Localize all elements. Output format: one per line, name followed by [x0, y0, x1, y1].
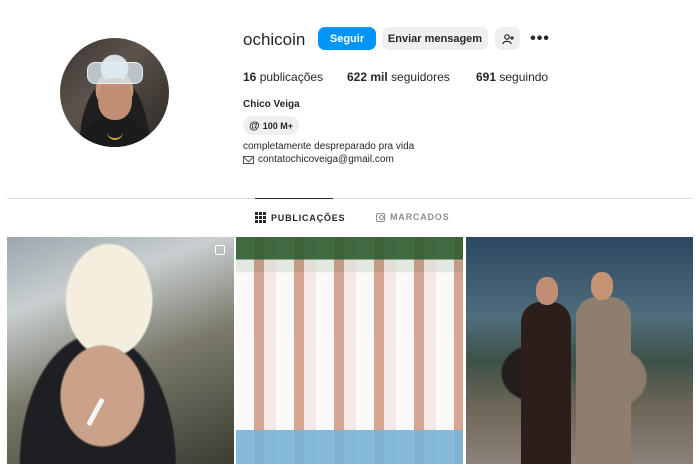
followers-count: 622 mil: [347, 70, 388, 84]
profile-full-name: Chico Veiga: [243, 99, 300, 110]
carousel-icon: [215, 245, 225, 255]
profile-avatar[interactable]: [60, 38, 169, 147]
post-thumbnail-2[interactable]: [236, 237, 463, 464]
post-3-head-right: [591, 272, 613, 300]
suggest-accounts-button[interactable]: [495, 27, 520, 50]
posts-count: 16: [243, 70, 257, 84]
profile-email-text: contatochicoveiga@gmail.com: [258, 154, 394, 165]
avatar-visor: [87, 62, 143, 84]
tab-tagged-label: MARCADOS: [390, 212, 450, 222]
avatar-chain: [107, 122, 123, 140]
post-1-cigarette: [86, 397, 105, 427]
stat-following[interactable]: 691 seguindo: [476, 70, 548, 84]
threads-badge[interactable]: @ 100 M+: [243, 116, 300, 135]
profile-divider: [7, 198, 693, 199]
person-plus-icon: [501, 33, 514, 44]
post-thumbnail-1[interactable]: [7, 237, 234, 464]
follow-button[interactable]: Seguir: [318, 27, 376, 50]
tab-posts-label: PUBLICAÇÕES: [271, 212, 346, 223]
post-thumbnail-3[interactable]: [466, 237, 693, 464]
grid-icon: [255, 212, 266, 223]
threads-count: 100 M+: [262, 120, 294, 131]
posts-label: publicações: [259, 70, 324, 84]
following-label: seguindo: [499, 70, 549, 84]
post-3-person-right: [576, 297, 631, 464]
envelope-icon: [243, 155, 254, 164]
followers-label: seguidores: [391, 70, 450, 84]
post-2-photo: [236, 237, 463, 464]
following-count: 691: [476, 70, 497, 84]
post-3-head-left: [536, 277, 558, 305]
profile-bio: completamente despreparado pra vida: [243, 141, 415, 152]
profile-email: contatochicoveiga@gmail.com: [243, 154, 394, 165]
tab-posts[interactable]: PUBLICAÇÕES: [255, 212, 345, 223]
avatar-face: [98, 78, 132, 120]
send-message-button[interactable]: Enviar mensagem: [382, 27, 488, 50]
threads-icon: @: [249, 119, 260, 132]
tab-tagged[interactable]: MARCADOS: [376, 212, 449, 222]
post-3-person-left: [521, 302, 571, 464]
stat-posts: 16 publicações: [243, 70, 323, 84]
stat-followers[interactable]: 622 mil seguidores: [347, 70, 450, 84]
tag-icon: [376, 212, 385, 222]
profile-username: ochicoin: [243, 30, 306, 49]
active-tab-indicator: [255, 198, 333, 199]
more-options-button[interactable]: •••: [528, 27, 552, 50]
